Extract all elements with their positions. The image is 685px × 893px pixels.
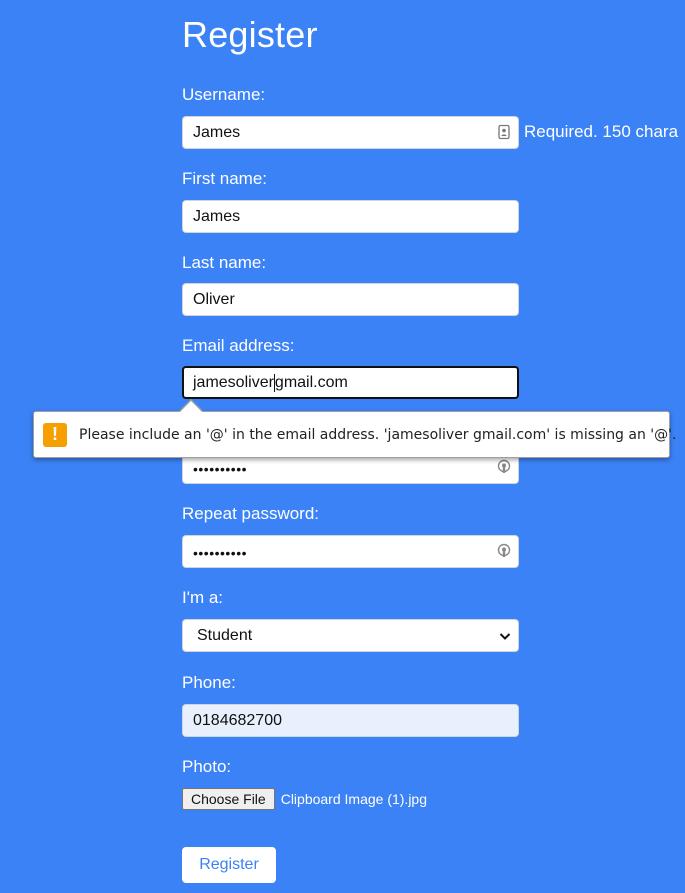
- photo-file-input: Choose File Clipboard Image (1).jpg: [182, 788, 427, 810]
- warning-icon: !: [43, 422, 67, 447]
- choose-file-button[interactable]: Choose File: [182, 788, 275, 810]
- tooltip-arrow: [180, 401, 202, 412]
- first-name-input[interactable]: James: [182, 200, 519, 233]
- first-name-label: First name:: [182, 169, 268, 188]
- username-input[interactable]: James: [182, 116, 519, 149]
- phone-value: 0184682700: [193, 711, 282, 729]
- selected-file-name: Clipboard Image (1).jpg: [280, 791, 427, 807]
- role-selected-value: Student: [197, 626, 253, 644]
- email-value-after-caret: gmail.com: [274, 373, 348, 391]
- last-name-label: Last name:: [182, 253, 267, 272]
- role-select[interactable]: Student: [182, 619, 519, 652]
- username-help-text: Required. 150 chara: [524, 122, 679, 141]
- email-validation-tooltip: ! Please include an '@' in the email add…: [33, 411, 676, 458]
- chevron-down-icon: [499, 633, 511, 640]
- page-title: Register: [182, 14, 318, 55]
- phone-input[interactable]: 0184682700: [182, 704, 519, 737]
- validation-message: Please include an '@' in the email addre…: [79, 426, 677, 443]
- repeat-password-label: Repeat password:: [182, 504, 320, 523]
- role-label: I'm a:: [182, 588, 224, 607]
- username-label: Username:: [182, 85, 266, 104]
- photo-label: Photo:: [182, 757, 232, 776]
- key-icon[interactable]: [496, 459, 512, 475]
- first-name-value: James: [193, 207, 241, 225]
- last-name-value: Oliver: [193, 290, 235, 308]
- email-value-before-caret: jamesoliver: [193, 373, 274, 391]
- contact-card-icon[interactable]: [496, 124, 512, 140]
- phone-label: Phone:: [182, 673, 236, 692]
- repeat-password-input[interactable]: ••••••••••: [182, 535, 519, 568]
- key-icon[interactable]: [496, 543, 512, 559]
- email-input[interactable]: jamesoliver gmail.com: [182, 366, 519, 399]
- password-value: ••••••••••: [193, 460, 248, 477]
- repeat-password-value: ••••••••••: [193, 544, 248, 561]
- register-button[interactable]: Register: [182, 847, 276, 883]
- email-label: Email address:: [182, 336, 295, 355]
- username-value: James: [193, 123, 241, 141]
- last-name-input[interactable]: Oliver: [182, 283, 519, 316]
